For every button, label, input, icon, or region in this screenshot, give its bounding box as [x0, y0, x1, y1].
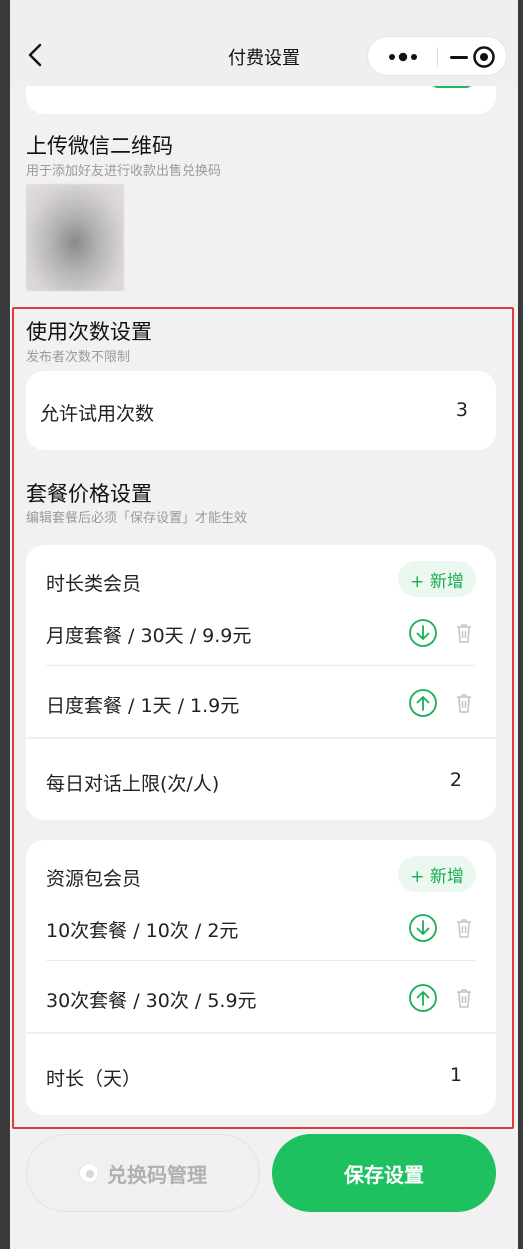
add-resource-plan-button[interactable]: + 新增	[398, 856, 476, 892]
trial-count-label: 允许试用次数	[40, 403, 155, 425]
phone-screen: 付费设置 上传微信二维码 用于添加好友进行收款出售兑换码 使用次数设置 发布者次…	[10, 0, 518, 1249]
mini-program-capsule	[367, 36, 507, 76]
close-target-icon[interactable]	[472, 45, 496, 69]
daily-limit-value[interactable]: 2	[450, 769, 462, 791]
delete-icon[interactable]	[454, 622, 474, 644]
plan-item[interactable]: 10次套餐 / 10次 / 2元	[46, 916, 238, 943]
usage-subtitle: 发布者次数不限制	[26, 350, 131, 365]
more-icon[interactable]	[384, 49, 424, 65]
duration-group-title: 时长类会员	[46, 573, 142, 595]
delete-icon[interactable]	[454, 917, 474, 939]
save-settings-label: 保存设置	[344, 1162, 424, 1187]
resource-duration-value[interactable]: 1	[450, 1064, 462, 1086]
move-up-icon[interactable]	[408, 688, 438, 718]
nav-bar: 付费设置	[10, 0, 518, 86]
plan-item[interactable]: 30次套餐 / 30次 / 5.9元	[46, 986, 257, 1013]
move-up-icon[interactable]	[408, 983, 438, 1013]
wechat-qr-subtitle: 用于添加好友进行收款出售兑换码	[26, 164, 222, 179]
redeem-code-label: 兑换码管理	[107, 1162, 207, 1187]
redeem-icon	[79, 1163, 99, 1183]
add-duration-plan-button[interactable]: + 新增	[398, 561, 476, 597]
usage-title: 使用次数设置	[26, 320, 152, 344]
daily-limit-label: 每日对话上限(次/人)	[46, 773, 220, 795]
qr-code-image[interactable]	[26, 184, 124, 291]
pricing-subtitle: 编辑套餐后必须「保存设置」才能生效	[26, 511, 248, 526]
save-settings-button[interactable]: 保存设置	[272, 1134, 496, 1212]
trial-count-card[interactable]: 允许试用次数 3	[26, 371, 496, 450]
resource-group-title: 资源包会员	[46, 868, 142, 890]
duration-plan-card: 时长类会员 + 新增 月度套餐 / 30天 / 9.9元 日度套餐 / 1天 /…	[26, 545, 496, 820]
resource-duration-label: 时长（天）	[46, 1068, 142, 1090]
move-down-icon[interactable]	[408, 913, 438, 943]
wechat-qr-title: 上传微信二维码	[26, 134, 173, 158]
plan-item[interactable]: 日度套餐 / 1天 / 1.9元	[46, 691, 239, 718]
redeem-code-button[interactable]: 兑换码管理	[26, 1134, 260, 1212]
pricing-title: 套餐价格设置	[26, 482, 152, 506]
plan-item[interactable]: 月度套餐 / 30天 / 9.9元	[46, 621, 251, 648]
minimize-icon[interactable]	[448, 49, 470, 65]
delete-icon[interactable]	[454, 987, 474, 1009]
delete-icon[interactable]	[454, 692, 474, 714]
move-down-icon[interactable]	[408, 618, 438, 648]
trial-count-value[interactable]: 3	[456, 399, 468, 421]
resource-plan-card: 资源包会员 + 新增 10次套餐 / 10次 / 2元 30次套餐 / 30次 …	[26, 840, 496, 1115]
